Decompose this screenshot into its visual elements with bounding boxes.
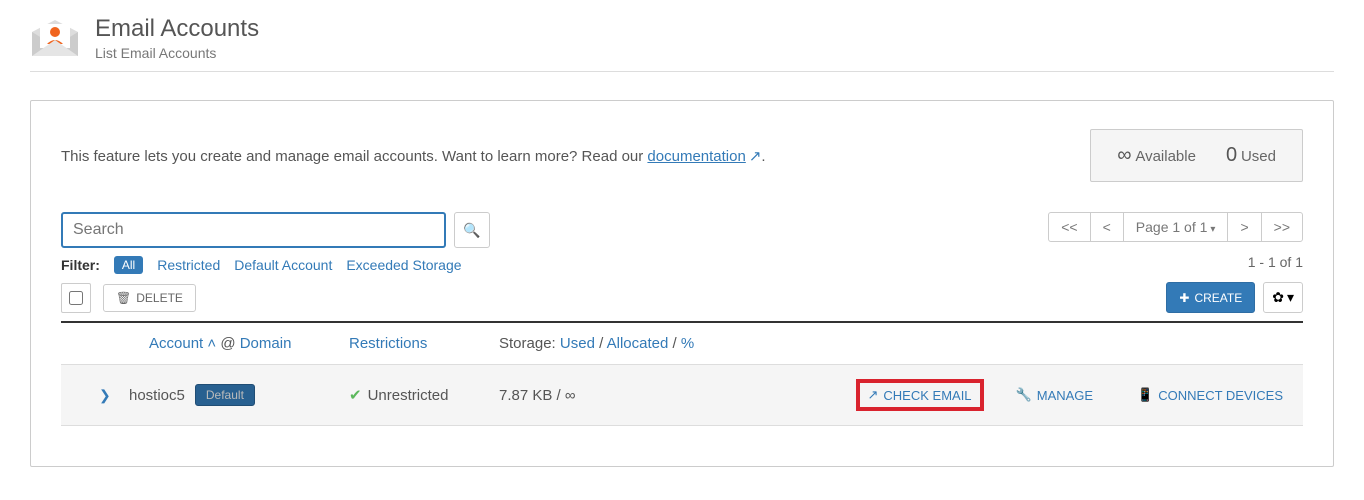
mobile-icon: 📱 <box>1137 387 1153 403</box>
available-value: ∞ <box>1117 144 1131 166</box>
main-panel: This feature lets you create and manage … <box>30 100 1334 467</box>
manage-button[interactable]: 🔧MANAGE <box>1004 379 1106 411</box>
wrench-icon: 🔧 <box>1016 387 1032 403</box>
caret-down-icon: ▾ <box>1287 289 1294 306</box>
restriction-value: Unrestricted <box>368 387 449 404</box>
trash-icon: 🗑 <box>116 291 131 305</box>
feature-description: This feature lets you create and manage … <box>61 147 1090 165</box>
external-link-icon: ↗ <box>749 147 762 165</box>
account-name: hostioc5 <box>129 387 185 404</box>
sort-up-icon: ˄ <box>207 335 220 352</box>
page-header: Email Accounts List Email Accounts <box>30 0 1334 72</box>
table-header: Account ˄ @ Domain Restrictions Storage:… <box>61 323 1303 364</box>
gear-icon: ✿ <box>1272 289 1284 306</box>
result-count: 1 - 1 of 1 <box>1049 254 1303 270</box>
filter-default[interactable]: Default Account <box>234 257 332 273</box>
filter-exceeded[interactable]: Exceeded Storage <box>346 257 461 273</box>
settings-button[interactable]: ✿▾ <box>1263 282 1303 313</box>
filter-label: Filter: <box>61 257 100 273</box>
page-title: Email Accounts <box>95 15 259 43</box>
page-first[interactable]: << <box>1048 212 1090 242</box>
select-all-checkbox-wrap <box>61 283 91 313</box>
select-all-checkbox[interactable] <box>69 291 83 305</box>
create-button[interactable]: ✚CREATE <box>1166 282 1255 313</box>
page-subtitle: List Email Accounts <box>95 45 259 61</box>
default-badge: Default <box>195 384 255 406</box>
page-current[interactable]: Page 1 of 1 <box>1123 212 1229 242</box>
email-accounts-icon <box>30 18 80 58</box>
used-value: 0 <box>1226 144 1237 166</box>
storage-value: 7.87 KB / ∞ <box>499 387 679 404</box>
external-icon: ↗ <box>868 387 879 403</box>
filter-all[interactable]: All <box>114 256 143 274</box>
header-used[interactable]: Used <box>560 335 595 352</box>
stats-box: ∞ Available 0 Used <box>1090 129 1303 182</box>
page-next[interactable]: > <box>1227 212 1261 242</box>
search-input[interactable] <box>61 212 446 248</box>
header-domain[interactable]: Domain <box>240 335 292 352</box>
check-icon: ✔ <box>349 386 362 404</box>
header-allocated[interactable]: Allocated <box>607 335 669 352</box>
header-restrictions[interactable]: Restrictions <box>349 335 427 352</box>
delete-button[interactable]: 🗑DELETE <box>103 284 196 312</box>
chevron-right-icon: ❯ <box>99 387 111 403</box>
connect-devices-button[interactable]: 📱CONNECT DEVICES <box>1125 379 1295 411</box>
search-icon: 🔍 <box>463 222 480 239</box>
expand-row[interactable]: ❯ <box>69 387 129 404</box>
page-prev[interactable]: < <box>1090 212 1124 242</box>
page-last[interactable]: >> <box>1261 212 1303 242</box>
header-percent[interactable]: % <box>681 335 694 352</box>
plus-icon: ✚ <box>1179 291 1189 305</box>
header-account[interactable]: Account <box>149 335 203 352</box>
pagination: << < Page 1 of 1 > >> <box>1049 212 1303 242</box>
table-row: ❯ hostioc5 Default ✔ Unrestricted 7.87 K… <box>61 364 1303 426</box>
search-button[interactable]: 🔍 <box>454 212 490 248</box>
check-email-button[interactable]: ↗CHECK EMAIL <box>856 379 984 411</box>
documentation-link[interactable]: documentation <box>647 148 745 165</box>
filter-restricted[interactable]: Restricted <box>157 257 220 273</box>
